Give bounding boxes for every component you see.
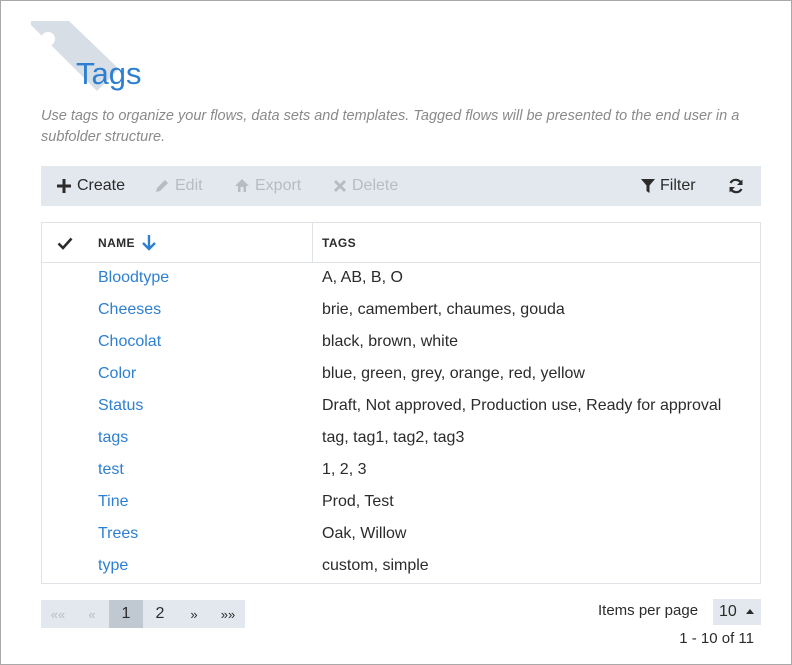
pagination: «« « 1 2 » »» xyxy=(41,600,245,628)
delete-button[interactable]: Delete xyxy=(333,166,398,206)
row-name-link[interactable]: Cheeses xyxy=(98,301,161,319)
filter-button[interactable]: Filter xyxy=(641,166,696,206)
row-name-link[interactable]: Bloodtype xyxy=(98,269,169,287)
row-name-link[interactable]: Chocolat xyxy=(98,333,161,351)
sort-descending-arrow-icon xyxy=(142,235,156,251)
create-button[interactable]: Create xyxy=(56,166,125,206)
table-row[interactable]: Bloodtype A, AB, B, O xyxy=(42,262,760,294)
close-icon xyxy=(333,179,347,193)
row-tags: Oak, Willow xyxy=(322,525,407,542)
page-description: Use tags to organize your flows, data se… xyxy=(41,108,740,145)
column-header-tags-label: TAGS xyxy=(322,236,357,250)
pagination-range: 1 - 10 of 11 xyxy=(679,630,754,647)
refresh-icon xyxy=(729,178,743,194)
table-row[interactable]: Status Draft, Not approved, Production u… xyxy=(42,390,760,422)
row-name-link[interactable]: Tine xyxy=(98,493,129,511)
caret-up-icon xyxy=(746,609,754,614)
row-name-link[interactable]: test xyxy=(98,461,124,479)
column-header-name-label: NAME xyxy=(98,236,135,250)
next-page-button[interactable]: » xyxy=(177,600,211,628)
row-name-link[interactable]: type xyxy=(98,557,128,575)
plus-icon xyxy=(57,179,71,193)
edit-button[interactable]: Edit xyxy=(154,166,203,206)
pencil-icon xyxy=(156,180,168,192)
filter-label: Filter xyxy=(660,177,696,194)
export-button[interactable]: Export xyxy=(234,166,301,206)
row-tags: brie, camembert, chaumes, gouda xyxy=(322,301,565,318)
row-tags: 1, 2, 3 xyxy=(322,461,367,478)
row-name-link[interactable]: tags xyxy=(98,429,128,447)
tags-grid: NAME TAGS Bloodtype A, AB, B, O Cheeses … xyxy=(41,222,761,584)
page-title: Tags xyxy=(76,56,142,91)
previous-page-button[interactable]: « xyxy=(75,600,109,628)
filter-icon xyxy=(641,178,655,193)
create-label: Create xyxy=(77,177,126,194)
column-header-name[interactable]: NAME xyxy=(98,223,157,263)
row-tags: tag, tag1, tag2, tag3 xyxy=(322,429,465,446)
window-frame: Tags Use tags to organize your flows, da… xyxy=(0,0,792,665)
table-row[interactable]: Cheeses brie, camembert, chaumes, gouda xyxy=(42,294,760,326)
grid-header: NAME TAGS xyxy=(42,223,760,263)
items-per-page-select[interactable]: 10 xyxy=(713,599,761,625)
table-row[interactable]: type custom, simple xyxy=(42,550,760,582)
table-row[interactable]: Tine Prod, Test xyxy=(42,486,760,518)
table-row[interactable]: Trees Oak, Willow xyxy=(42,518,760,550)
row-tags: black, brown, white xyxy=(322,333,459,350)
page-button-1[interactable]: 1 xyxy=(109,600,143,628)
row-tags: blue, green, grey, orange, red, yellow xyxy=(322,365,585,382)
table-row[interactable]: Color blue, green, grey, orange, red, ye… xyxy=(42,358,760,390)
column-divider xyxy=(312,223,313,263)
last-page-button[interactable]: »» xyxy=(211,600,245,628)
export-icon xyxy=(235,179,249,192)
table-row[interactable]: tags tag, tag1, tag2, tag3 xyxy=(42,422,760,454)
table-row[interactable]: test 1, 2, 3 xyxy=(42,454,760,486)
export-label: Export xyxy=(255,177,302,194)
edit-label: Edit xyxy=(175,177,203,194)
toolbar: Create Edit Export Delete Filter xyxy=(41,166,761,206)
column-header-tags[interactable]: TAGS xyxy=(322,223,356,263)
first-page-button[interactable]: «« xyxy=(41,600,75,628)
table-row[interactable]: Chocolat black, brown, white xyxy=(42,326,760,358)
grid-rows: Bloodtype A, AB, B, O Cheeses brie, came… xyxy=(42,262,760,582)
select-all-checkbox[interactable] xyxy=(42,223,87,263)
delete-label: Delete xyxy=(352,177,399,194)
items-per-page-label: Items per page xyxy=(598,602,699,619)
row-tags: Draft, Not approved, Production use, Rea… xyxy=(322,397,722,414)
items-per-page-value: 10 xyxy=(719,603,737,620)
row-tags: A, AB, B, O xyxy=(322,269,403,286)
row-name-link[interactable]: Color xyxy=(98,365,136,383)
checkmark-icon xyxy=(57,237,72,250)
row-name-link[interactable]: Status xyxy=(98,397,143,415)
row-tags: Prod, Test xyxy=(322,493,394,510)
refresh-button[interactable] xyxy=(728,166,749,206)
row-tags: custom, simple xyxy=(322,557,429,574)
row-name-link[interactable]: Trees xyxy=(98,525,138,543)
page-button-2[interactable]: 2 xyxy=(143,600,177,628)
